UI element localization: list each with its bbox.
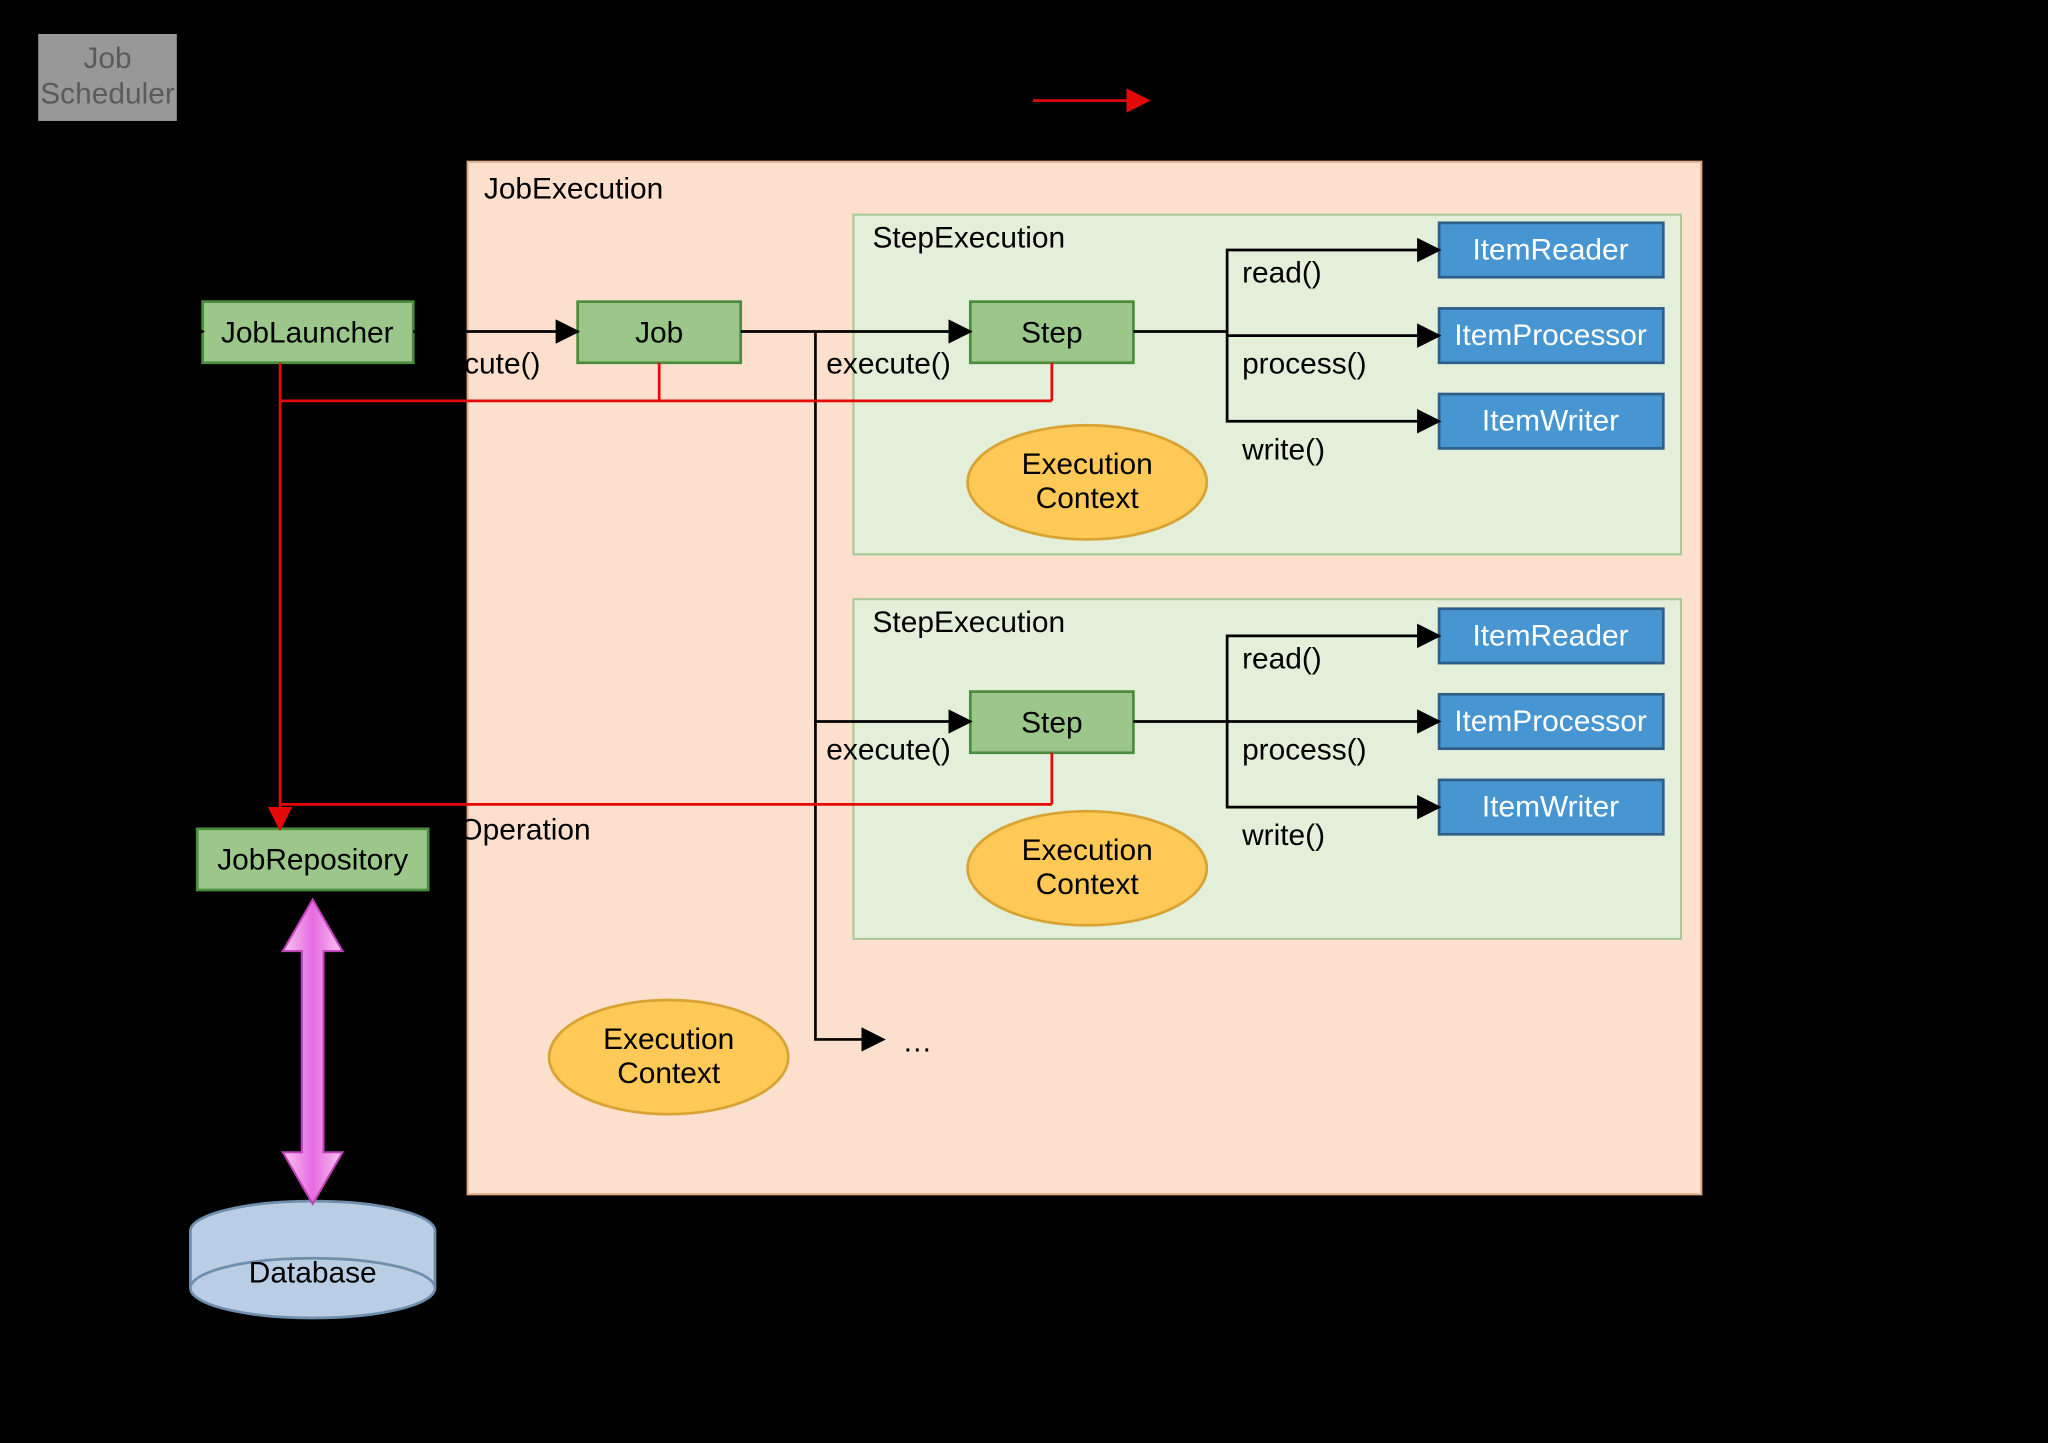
legend-cu-operation-label: U Operation bbox=[1169, 85, 1330, 118]
write-1: write() bbox=[1241, 433, 1325, 466]
step-execution-1-label: StepExecution bbox=[872, 221, 1065, 254]
ellipsis-label: … bbox=[902, 1026, 932, 1059]
job-scheduler-label-1: Job bbox=[83, 42, 131, 75]
read-2: read() bbox=[1242, 643, 1322, 676]
write-2: write() bbox=[1241, 819, 1325, 852]
item-writer-1-label: ItemWriter bbox=[1482, 405, 1619, 438]
item-processor-2-label: ItemProcessor bbox=[1454, 705, 1647, 738]
execute-2: execute() bbox=[826, 348, 951, 381]
exec-context-step2-l2: Context bbox=[1036, 868, 1140, 901]
step-1-label: Step bbox=[1021, 316, 1082, 349]
diagram-root: Spring Batch Control flow U Operation Jo… bbox=[0, 0, 2048, 1443]
item-writer-2-label: ItemWriter bbox=[1482, 791, 1619, 824]
job-launcher-label: JobLauncher bbox=[221, 316, 394, 349]
spring-batch-label: Spring Batch bbox=[1875, 28, 2046, 61]
exec-context-step1-l2: Context bbox=[1036, 482, 1140, 515]
execute-1: execute() bbox=[416, 348, 541, 381]
job-execution-label: JobExecution bbox=[484, 172, 663, 205]
exec-context-job-l1: Execution bbox=[603, 1023, 734, 1056]
execute-3: execute() bbox=[826, 734, 951, 767]
read-1: read() bbox=[1242, 257, 1322, 290]
run-label: run() bbox=[114, 235, 177, 268]
repo-db-arrow bbox=[283, 899, 343, 1203]
job-scheduler-label-2: Scheduler bbox=[40, 77, 175, 110]
database-label: Database bbox=[249, 1257, 377, 1290]
job-label: Job bbox=[635, 316, 683, 349]
database-cylinder: Database bbox=[190, 1201, 435, 1318]
exec-context-step1-l1: Execution bbox=[1022, 448, 1153, 481]
process-2: process() bbox=[1242, 734, 1367, 767]
process-1: process() bbox=[1242, 348, 1367, 381]
job-repository-label: JobRepository bbox=[217, 844, 408, 877]
exec-context-job-l2: Context bbox=[617, 1057, 721, 1090]
item-reader-1-label: ItemReader bbox=[1472, 234, 1628, 267]
exec-context-step2-l1: Execution bbox=[1022, 834, 1153, 867]
legend-control-flow-label: Control flow bbox=[1169, 45, 1327, 78]
step-2-label: Step bbox=[1021, 706, 1082, 739]
cu-operation-label: U Operation bbox=[430, 814, 591, 847]
item-processor-1-label: ItemProcessor bbox=[1454, 319, 1647, 352]
step-execution-2-label: StepExecution bbox=[872, 606, 1065, 639]
arrow-scheduler-launcher bbox=[108, 122, 203, 331]
item-reader-2-label: ItemReader bbox=[1472, 619, 1628, 652]
